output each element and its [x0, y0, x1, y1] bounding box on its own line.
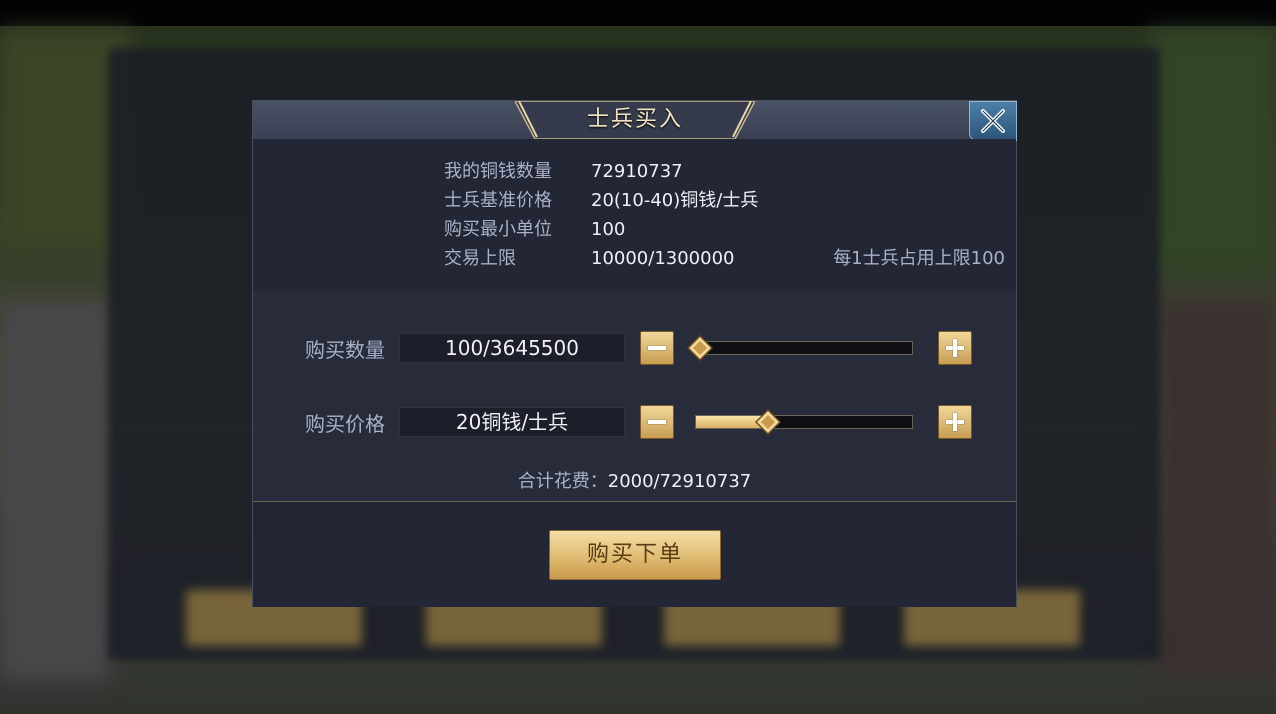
minus-icon	[648, 346, 666, 350]
quantity-minus-button[interactable]	[640, 331, 674, 365]
price-slider[interactable]	[695, 415, 913, 429]
info-value: 72910737	[591, 161, 683, 182]
close-button[interactable]	[969, 101, 1017, 141]
controls-section: 购买数量 100/3645500 购买价格 20铜钱/士兵 合计花费：2000/…	[253, 291, 1016, 501]
info-label: 我的铜钱数量	[444, 161, 552, 182]
price-value-box[interactable]: 20铜钱/士兵	[399, 407, 625, 437]
minus-icon	[648, 420, 666, 424]
close-x-icon	[981, 109, 1005, 133]
info-section: 我的铜钱数量 72910737 士兵基准价格 20(10-40)铜钱/士兵 购买…	[253, 139, 1016, 291]
quantity-plus-button[interactable]	[938, 331, 972, 365]
quantity-slider[interactable]	[695, 341, 913, 355]
price-minus-button[interactable]	[640, 405, 674, 439]
price-slider-thumb[interactable]	[755, 409, 781, 435]
info-row-trade-limit: 交易上限 10000/1300000 每1士兵占用上限100	[253, 246, 1016, 272]
quantity-value-box[interactable]: 100/3645500	[399, 333, 625, 363]
dialog-title: 士兵买入	[586, 107, 683, 132]
plus-icon-vertical	[953, 339, 957, 357]
plus-icon-vertical	[953, 413, 957, 431]
total-cost: 合计花费：2000/72910737	[253, 467, 1016, 493]
total-cost-label: 合计花费：	[517, 471, 608, 492]
price-label: 购买价格	[305, 412, 385, 436]
info-label: 士兵基准价格	[444, 190, 552, 211]
quantity-label: 购买数量	[305, 338, 385, 362]
info-value: 20(10-40)铜钱/士兵	[591, 190, 759, 211]
info-value: 10000/1300000	[591, 248, 735, 269]
info-label: 购买最小单位	[444, 219, 552, 240]
total-cost-value: 2000/72910737	[607, 471, 752, 492]
limit-note: 每1士兵占用上限100	[833, 248, 1005, 269]
dialog-title-bar: 士兵买入	[253, 101, 1017, 141]
title-plate: 士兵买入	[515, 101, 755, 139]
buy-soldiers-dialog: 士兵买入 我的铜钱数量 72910737 士兵基准价格 20(10-40)铜钱/…	[252, 100, 1017, 607]
quantity-slider-thumb[interactable]	[687, 335, 713, 361]
info-label: 交易上限	[444, 248, 516, 269]
price-plus-button[interactable]	[938, 405, 972, 439]
dialog-footer: 购买下单	[253, 501, 1016, 607]
place-order-button[interactable]: 购买下单	[549, 530, 721, 580]
info-value: 100	[591, 219, 626, 240]
